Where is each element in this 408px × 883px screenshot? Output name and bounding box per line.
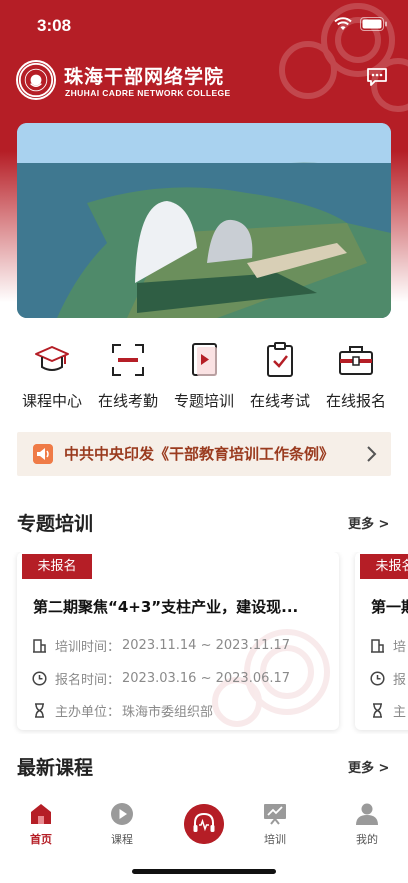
quick-nav-online-attendance[interactable]: 在线考勤 [90,340,166,411]
play-book-icon [192,343,217,376]
section-title-special-training: 专题培训 [17,513,94,535]
quick-nav-special-training[interactable]: 专题培训 [166,340,242,411]
more-link-special-training[interactable]: 更多 > [348,513,389,532]
hourglass-icon [35,703,44,718]
training-time-row: 培训时间： 2023.11.14 ~ 2023.11.17 [32,636,290,655]
tab-profile[interactable]: 我的 [337,802,397,847]
section-title-latest-courses: 最新课程 [17,757,94,779]
chevron-right-icon [367,446,377,462]
clock-icon [32,671,47,686]
notice-text: 中共中央印发《干部教育培训工作条例》 [64,445,335,463]
training-card[interactable]: 未报名 第二期聚焦“4+3”支柱产业，建设现... 培训时间： 2023.11.… [17,552,339,730]
card-title: 第一期 [371,598,408,616]
wifi-icon [334,17,352,30]
host-org: 珠海市委组织部 [122,705,214,720]
tab-label: 我的 [356,833,378,846]
tab-label: 课程 [111,833,133,846]
home-icon [31,804,51,824]
building-icon [371,639,384,653]
megaphone-icon [33,444,53,464]
quick-nav: 课程中心 在线考勤 专题培训 在线考试 在线报名 [0,340,408,420]
play-circle-icon [111,803,133,825]
college-logo [16,60,56,100]
status-badge: 未报名 [360,554,408,579]
host-row: 主办单位： 珠海市委组织部 [32,701,213,720]
battery-icon [360,17,387,31]
clock-icon [370,671,385,686]
app-header: 珠海干部网络学院 ZHUHAI CADRE NETWORK COLLEGE [16,60,392,104]
opera-house-photo [17,123,391,318]
quick-nav-online-signup[interactable]: 在线报名 [318,340,394,411]
training-card-list: 未报名 第二期聚焦“4+3”支柱产业，建设现... 培训时间： 2023.11.… [0,552,408,734]
quick-nav-label: 在线考勤 [97,392,158,410]
quick-nav-label: 课程中心 [21,392,82,410]
app-title: 珠海干部网络学院 [64,66,225,88]
app-subtitle: ZHUHAI CADRE NETWORK COLLEGE [65,88,231,98]
tab-training[interactable]: 培训 [245,802,305,847]
tab-label: 培训 [264,833,286,846]
tab-home[interactable]: 首页 [11,802,71,847]
tab-courses[interactable]: 课程 [92,802,152,847]
presentation-icon [264,804,286,825]
notice-bar[interactable]: 中共中央印发《干部教育培训工作条例》 [17,432,391,476]
more-link-latest-courses[interactable]: 更多 > [348,757,389,776]
scan-frame-icon [112,344,144,376]
quick-nav-online-exam[interactable]: 在线考试 [242,340,318,411]
building-icon [33,639,46,653]
clipboard-check-icon [267,342,293,377]
signup-time: 2023.03.16 ~ 2023.06.17 [122,671,291,686]
status-time: 3:08 [37,16,72,35]
headphones-icon[interactable] [184,804,224,844]
message-icon[interactable] [366,67,388,87]
status-bar: 3:08 [0,0,408,48]
hourglass-icon [373,703,382,718]
training-card[interactable]: 未报名 第一期 培 报 主 [355,552,408,730]
card-title: 第二期聚焦“4+3”支柱产业，建设现... [33,598,299,616]
training-time: 2023.11.14 ~ 2023.11.17 [122,638,291,653]
quick-nav-label: 专题培训 [173,392,234,410]
banner-image[interactable] [17,123,391,318]
signup-time-row: 报 [370,669,408,688]
graduation-cap-icon [35,346,69,371]
signup-time-row: 报名时间： 2023.03.16 ~ 2023.06.17 [32,669,290,688]
tab-label: 首页 [30,833,52,846]
quick-nav-label: 在线报名 [325,392,386,410]
briefcase-icon [339,346,373,375]
quick-nav-course-center[interactable]: 课程中心 [14,340,90,411]
quick-nav-label: 在线考试 [249,392,310,410]
user-icon [356,803,378,825]
home-indicator [132,869,276,874]
host-row: 主 [370,701,408,720]
status-badge: 未报名 [22,554,92,579]
training-time-row: 培 [370,636,408,655]
